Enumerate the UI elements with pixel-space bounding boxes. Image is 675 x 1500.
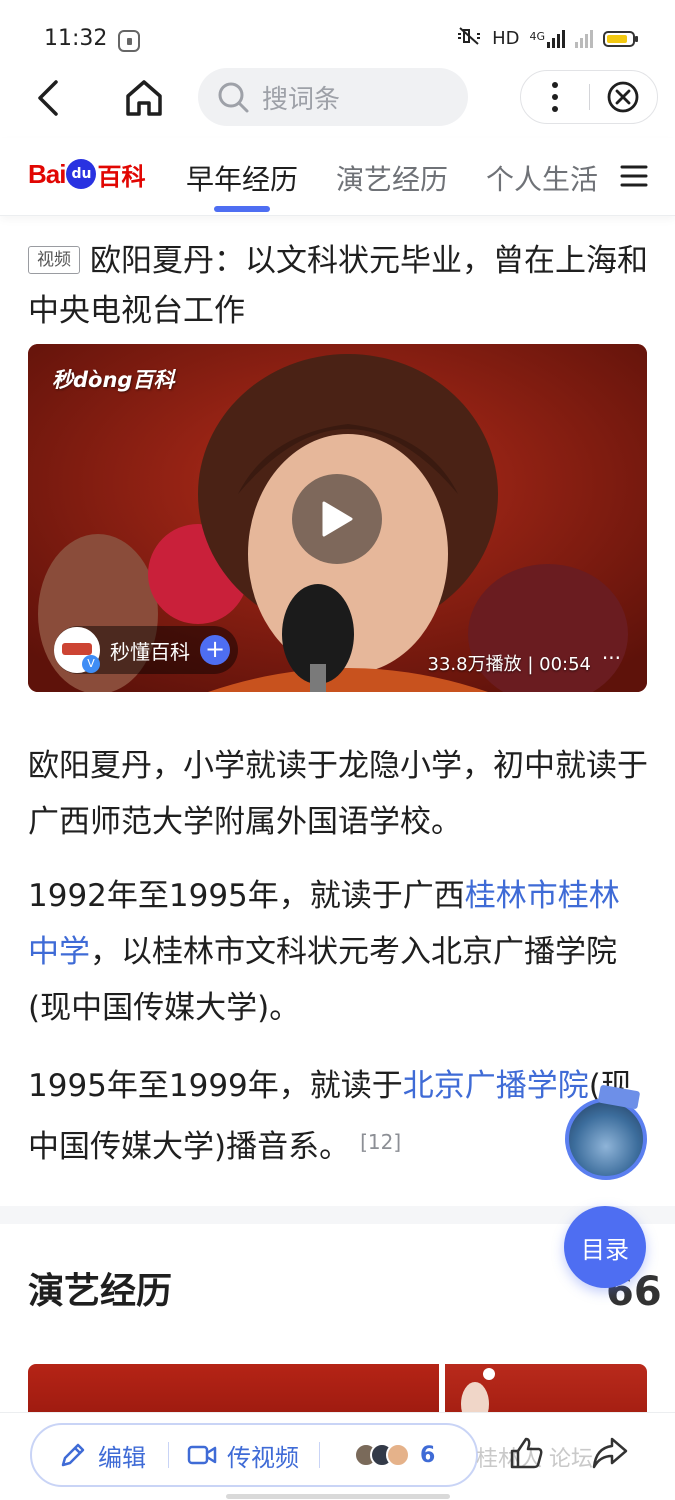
hand-graphic (461, 1368, 495, 1426)
contributor-avatar (386, 1443, 410, 1467)
follow-button[interactable]: + (200, 635, 230, 665)
signal-4g-icon: 4G (529, 29, 565, 48)
video-title[interactable]: 视频 欧阳夏丹：以文科状元毕业，曾在上海和中央电视台工作 (28, 236, 648, 336)
home-button[interactable] (122, 76, 166, 120)
paragraph-high-school: 1992年至1995年，就读于广西桂林市桂林中学，以桂林市文科状元考入北京广播学… (28, 868, 648, 1036)
close-circle-icon (607, 81, 639, 113)
search-placeholder: 搜词条 (262, 84, 341, 115)
paragraph-university: 1995年至1999年，就读于北京广播学院(现中国传媒大学)播音系。 [12] (28, 1058, 648, 1175)
active-tab-indicator (214, 206, 270, 212)
logo-text-cn: 百科 (97, 162, 146, 191)
section-title: 演艺经历 (28, 1271, 173, 1312)
upload-video-label: 传视频 (227, 1443, 299, 1472)
video-player[interactable]: 秒dòng百科 V 秒懂百科 + 33.8万播放 | 00:54 ··· (28, 344, 647, 692)
paragraph-text: 欧阳夏丹，小学就读于龙隐小学，初中就读于广西师范大学附属外国语学校。 (28, 748, 648, 840)
signal-sim2-icon (575, 29, 593, 48)
paragraph-text: 1995年至1999年，就读于 (28, 1068, 403, 1104)
paragraph-primary-school: 欧阳夏丹，小学就读于龙隐小学，初中就读于广西师范大学附属外国语学校。 (28, 738, 648, 850)
chevron-left-icon (38, 80, 58, 116)
search-icon (218, 82, 249, 113)
verified-icon: V (82, 655, 100, 673)
battery-icon (603, 30, 638, 47)
home-indicator (226, 1494, 450, 1499)
paragraph-text: 1992年至1995年，就读于广西 (28, 878, 465, 914)
action-pill: 编辑 传视频 6 (30, 1423, 478, 1487)
tab-early-life[interactable]: 早年经历 (186, 158, 298, 198)
status-bar: 11:32 HD 4G (0, 0, 675, 68)
contributor-count: 6 (420, 1442, 436, 1468)
floating-assistant-avatar[interactable] (565, 1098, 647, 1180)
contributors[interactable]: 6 (320, 1443, 435, 1468)
table-of-contents-button[interactable]: 目录 (564, 1206, 646, 1288)
play-icon (322, 501, 353, 537)
play-button[interactable] (292, 474, 382, 564)
logo-paw-icon: du (66, 159, 97, 189)
section-tab-bar: Bai du 百科 早年经历 演艺经历 个人生活 (0, 138, 675, 216)
video-title-text: 欧阳夏丹：以文科状元毕业，曾在上海和中央电视台工作 (28, 243, 648, 329)
channel-pill[interactable]: V 秒懂百科 + (54, 626, 238, 674)
section-image-secondary[interactable] (445, 1364, 647, 1426)
miniapp-capsule (520, 70, 658, 124)
tab-personal-life[interactable]: 个人生活 (486, 158, 598, 198)
channel-avatar: V (54, 627, 100, 673)
pencil-icon (61, 1443, 85, 1467)
video-watermark: 秒dòng百科 (52, 368, 175, 392)
share-icon[interactable] (590, 1435, 630, 1475)
upload-video-button[interactable]: 传视频 (169, 1425, 319, 1485)
logo-text-latin: Bai (28, 158, 66, 189)
close-button[interactable] (590, 71, 658, 123)
baidu-baike-logo[interactable]: Bai du 百科 (28, 154, 145, 194)
edit-button[interactable]: 编辑 (32, 1425, 168, 1485)
lock-icon (118, 30, 140, 52)
section-image[interactable] (28, 1364, 439, 1414)
citation-link[interactable]: [12] (360, 1130, 401, 1154)
status-indicators: HD 4G (456, 26, 638, 51)
tab-career[interactable]: 演艺经历 (336, 158, 448, 198)
menu-icon[interactable] (620, 164, 648, 188)
video-camera-icon (187, 1445, 217, 1465)
home-icon (126, 80, 162, 116)
like-icon[interactable] (506, 1435, 546, 1475)
video-more-button[interactable]: ··· (602, 646, 621, 670)
search-input[interactable]: 搜词条 (198, 68, 468, 126)
status-time: 11:32 (44, 26, 108, 51)
more-button[interactable] (521, 71, 589, 123)
mute-icon (456, 26, 482, 51)
more-vertical-icon (551, 82, 558, 112)
network-type-label: 4G (529, 29, 545, 43)
bottom-icons (506, 1435, 630, 1475)
network-hd: HD (492, 28, 520, 49)
channel-name: 秒懂百科 (110, 639, 190, 664)
edit-label: 编辑 (98, 1443, 146, 1472)
paragraph-text: ，以桂林市文科状元考入北京广播学院(现中国传媒大学)。 (28, 934, 617, 1026)
bottom-action-bar: 编辑 传视频 6 桂林人 论坛 (0, 1412, 675, 1500)
link-beijing-broadcasting-institute[interactable]: 北京广播学院 (403, 1068, 589, 1104)
video-tag: 视频 (28, 246, 80, 274)
video-meta: 33.8万播放 | 00:54 (427, 654, 591, 675)
back-button[interactable] (28, 76, 72, 120)
